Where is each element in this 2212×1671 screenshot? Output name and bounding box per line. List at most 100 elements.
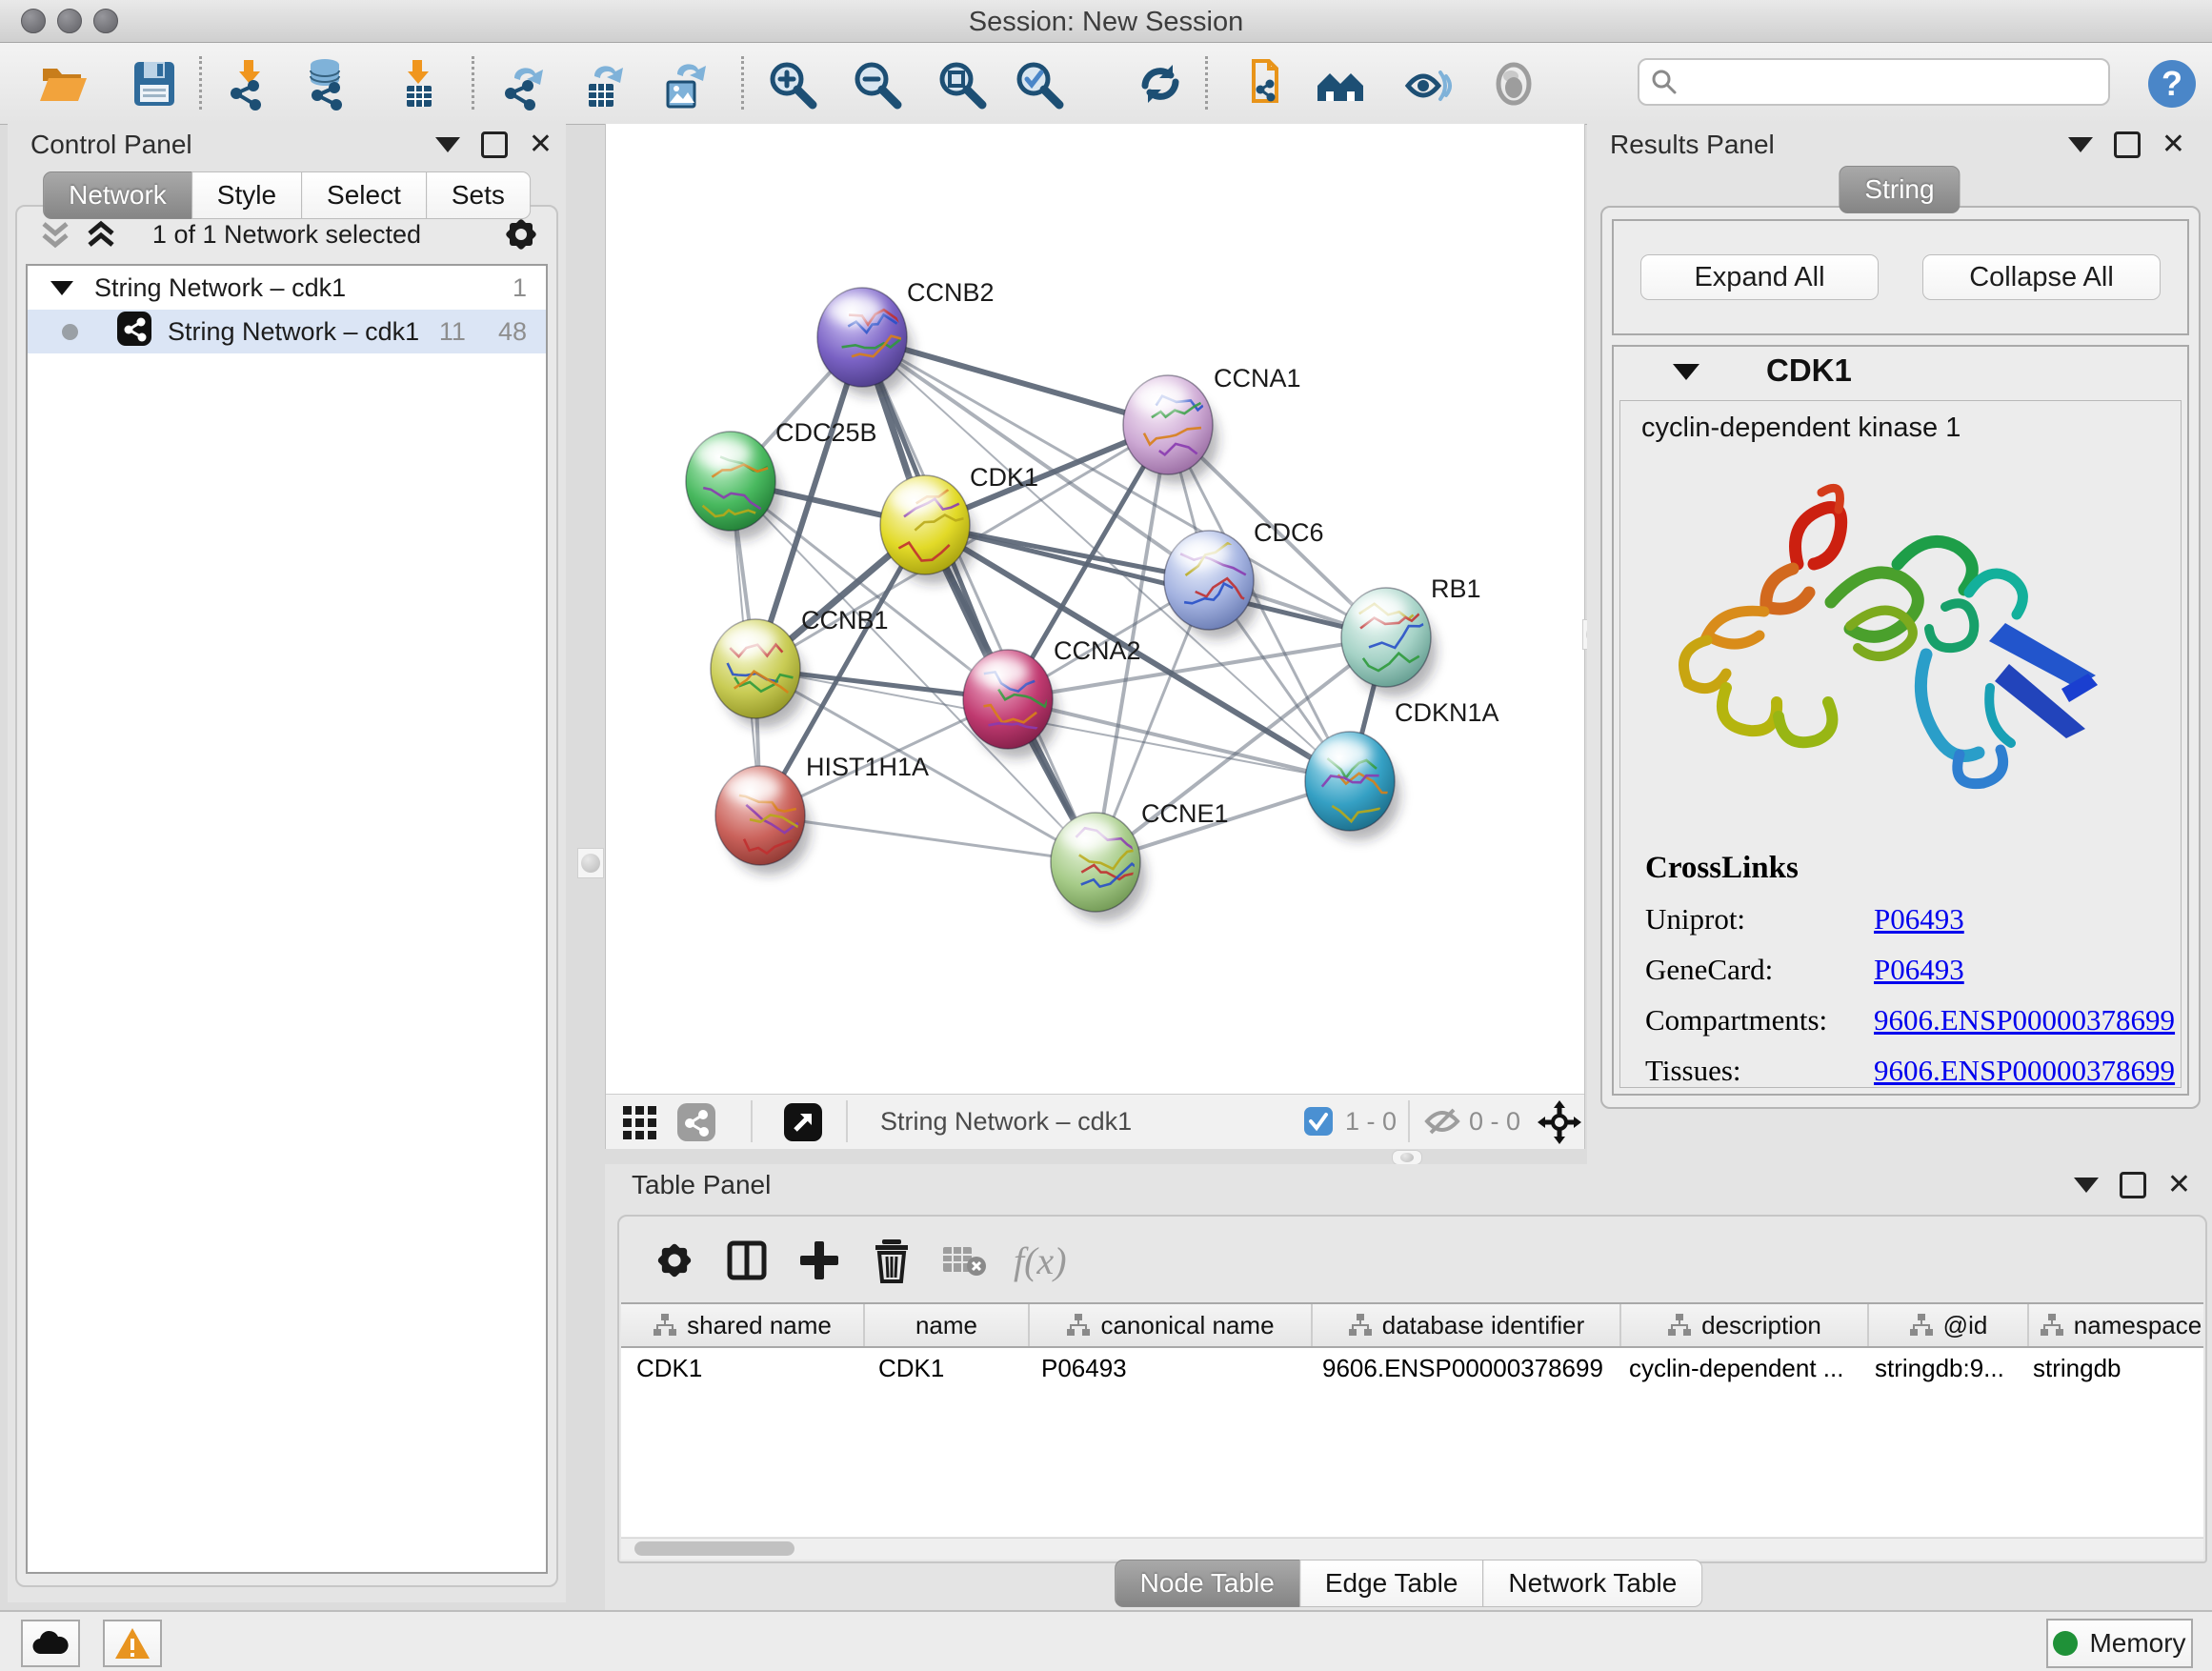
home-networks-icon[interactable] <box>1312 54 1369 113</box>
svg-text:?: ? <box>2162 64 2182 103</box>
tab-network-table[interactable]: Network Table <box>1482 1560 1702 1607</box>
network-options-gear-icon[interactable] <box>501 214 541 261</box>
float-panel-icon[interactable] <box>2114 131 2141 158</box>
open-session-icon[interactable] <box>34 54 91 113</box>
selected-checkbox-icon[interactable] <box>1303 1106 1334 1143</box>
table-cell: CDK1 <box>863 1354 1026 1383</box>
zoom-in-icon[interactable] <box>763 54 820 113</box>
float-panel-icon[interactable] <box>2120 1172 2146 1198</box>
graph-node-CCNA2[interactable] <box>963 650 1053 749</box>
open-in-window-icon[interactable] <box>783 1102 823 1149</box>
network-list: String Network – cdk1 1 String Network –… <box>26 264 548 1574</box>
help-icon[interactable]: ? <box>2143 54 2201 113</box>
table-row[interactable]: CDK1CDK1P064939606.ENSP00000378699cyclin… <box>621 1348 2203 1388</box>
export-network-icon[interactable] <box>495 54 553 113</box>
table-toolbar: f(x) <box>619 1217 2205 1300</box>
status-bar: Memory <box>0 1610 2212 1671</box>
crosslink-link[interactable]: P06493 <box>1874 902 1964 936</box>
refresh-view-icon[interactable] <box>1132 54 1189 113</box>
collection-count: 1 <box>513 273 527 303</box>
graph-node-CCNB1[interactable] <box>711 619 800 718</box>
table-cell: cyclin-dependent ... <box>1614 1354 1860 1383</box>
zoom-fit-icon[interactable] <box>933 54 990 113</box>
zoom-out-icon[interactable] <box>848 54 905 113</box>
tab-node-table[interactable]: Node Table <box>1115 1560 1300 1607</box>
left-splitter-handle[interactable] <box>577 848 604 878</box>
collection-expand-icon[interactable] <box>50 281 73 295</box>
panel-menu-icon[interactable] <box>435 137 460 152</box>
hidden-counts: 0 - 0 <box>1469 1107 1520 1137</box>
column-header-description[interactable]: description <box>1621 1304 1869 1346</box>
delete-column-icon[interactable] <box>865 1234 918 1287</box>
network-from-clipboard-icon[interactable] <box>1235 54 1292 113</box>
memory-status-dot <box>2053 1631 2078 1656</box>
collapse-all-button[interactable]: Collapse All <box>1922 254 2161 300</box>
node-label-CCNA1: CCNA1 <box>1214 364 1301 393</box>
close-panel-icon[interactable]: ✕ <box>2167 1173 2191 1198</box>
show-columns-icon[interactable] <box>720 1234 774 1287</box>
crosslink-row: Tissues: 9606.ENSP00000378699 <box>1645 1054 2181 1088</box>
memory-button[interactable]: Memory <box>2046 1619 2193 1668</box>
tab-string[interactable]: String <box>1839 166 1960 213</box>
network-canvas[interactable]: CCNB2CCNA1CDC25BCDK1CDC6RB1CCNB1CCNA2CDK… <box>606 124 1584 1095</box>
column-header-namespace[interactable]: namespace <box>2029 1304 2203 1346</box>
table-options-gear-icon[interactable] <box>648 1234 701 1287</box>
tab-edge-table[interactable]: Edge Table <box>1299 1560 1484 1607</box>
tab-sets[interactable]: Sets <box>426 171 531 219</box>
warnings-button[interactable] <box>103 1620 162 1667</box>
bottom-splitter-handle[interactable] <box>1392 1150 1422 1165</box>
import-table-from-file-icon[interactable] <box>390 54 447 113</box>
edge-count: 48 <box>498 317 527 347</box>
crosslink-link[interactable]: 9606.ENSP00000378699 <box>1874 1054 2175 1088</box>
import-network-from-database-icon[interactable] <box>298 54 355 113</box>
zoom-selected-icon[interactable] <box>1010 54 1067 113</box>
show-hide-icon-disabled[interactable] <box>1485 54 1542 113</box>
graph-node-CCNB2[interactable] <box>817 288 909 387</box>
birdseye-grid-icon[interactable] <box>621 1102 661 1149</box>
tab-select[interactable]: Select <box>301 171 427 219</box>
network-label: String Network – cdk1 <box>168 317 419 347</box>
window-title: Session: New Session <box>0 0 2212 42</box>
collapse-entry-icon[interactable] <box>1673 364 1699 380</box>
cdk1-entry-header[interactable]: CDK1 <box>1614 347 2187 396</box>
export-table-icon[interactable] <box>573 54 631 113</box>
search-input[interactable] <box>1689 62 2101 100</box>
titlebar: Session: New Session <box>0 0 2212 43</box>
float-panel-icon[interactable] <box>481 131 508 158</box>
network-row-selected[interactable]: String Network – cdk1 11 48 <box>28 310 546 353</box>
tab-network[interactable]: Network <box>43 171 192 219</box>
results-panel-title: Results Panel <box>1610 130 1775 160</box>
expand-all-button[interactable]: Expand All <box>1640 254 1879 300</box>
crosslink-link[interactable]: 9606.ENSP00000378699 <box>1874 1003 2175 1037</box>
graph-node-CDKN1A[interactable] <box>1305 732 1395 831</box>
cytoscape-window: Session: New Session <box>0 0 2212 1671</box>
save-session-icon[interactable] <box>126 54 183 113</box>
cloud-status-button[interactable] <box>21 1620 80 1667</box>
column-header-canonicalname[interactable]: canonical name <box>1030 1304 1313 1346</box>
graph-node-CDC6[interactable] <box>1164 531 1256 630</box>
export-image-icon[interactable] <box>654 54 712 113</box>
network-collection-row[interactable]: String Network – cdk1 1 <box>28 266 546 310</box>
import-network-from-file-icon[interactable] <box>221 54 278 113</box>
cloud-icon <box>31 1629 70 1658</box>
column-header-sharedname[interactable]: shared name <box>621 1304 865 1346</box>
show-hide-graphics-icon[interactable] <box>1400 54 1458 113</box>
network-overview-icon[interactable] <box>676 1102 716 1149</box>
node-label-CCNE1: CCNE1 <box>1141 799 1229 828</box>
column-header-databaseidentifier[interactable]: database identifier <box>1313 1304 1621 1346</box>
tab-style[interactable]: Style <box>191 171 302 219</box>
panel-menu-icon[interactable] <box>2074 1178 2099 1193</box>
current-network-name: String Network – cdk1 <box>880 1107 1132 1137</box>
close-panel-icon[interactable]: ✕ <box>529 132 553 157</box>
column-header-id[interactable]: @id <box>1869 1304 2029 1346</box>
hscrollbar-thumb[interactable] <box>634 1541 794 1556</box>
function-builder-icon: f(x) <box>1014 1234 1067 1287</box>
panel-menu-icon[interactable] <box>2068 137 2093 152</box>
table-cell: 9606.ENSP00000378699 <box>1307 1354 1614 1383</box>
results-panel: Results Panel ✕ String Expand All Collap… <box>1587 124 2212 1164</box>
close-panel-icon[interactable]: ✕ <box>2162 132 2185 157</box>
pan-crosshair-icon[interactable] <box>1538 1100 1581 1151</box>
crosslink-link[interactable]: P06493 <box>1874 953 1964 987</box>
column-header-name[interactable]: name <box>865 1304 1030 1346</box>
add-column-icon[interactable] <box>793 1234 846 1287</box>
